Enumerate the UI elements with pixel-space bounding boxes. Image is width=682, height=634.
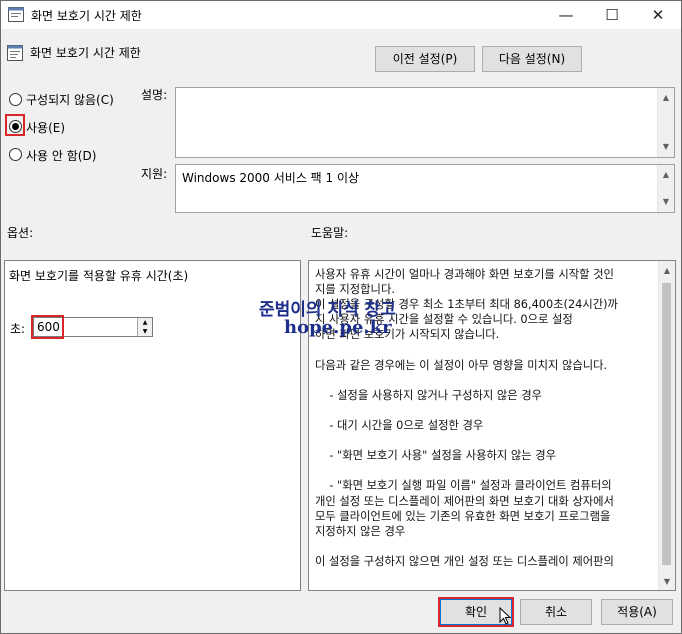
supported-textbox: Windows 2000 서비스 팩 1 이상 ▲ ▼ — [175, 164, 675, 213]
not-configured-label: 구성되지 않음(C) — [26, 93, 114, 107]
scroll-thumb[interactable] — [662, 283, 671, 565]
disabled-radio[interactable] — [9, 148, 22, 161]
comment-textbox[interactable]: ▲ ▼ — [175, 87, 675, 158]
supported-value: Windows 2000 서비스 팩 1 이상 — [182, 171, 360, 185]
help-line: 개인 설정 또는 디스플레이 제어판의 화면 보호기 대화 상자에서 — [315, 494, 614, 508]
watermark-url: hope.pe.kr — [284, 317, 392, 338]
previous-setting-button[interactable]: 이전 설정(P) — [375, 46, 475, 72]
scroll-down-icon[interactable]: ▼ — [658, 194, 674, 210]
comment-scrollbar[interactable]: ▲ ▼ — [657, 88, 674, 157]
comment-label: 설명: — [141, 88, 168, 102]
enabled-label: 사용(E) — [26, 121, 66, 135]
maximize-button[interactable]: ☐ — [589, 1, 635, 29]
close-button[interactable]: ✕ — [635, 1, 681, 29]
options-label: 옵션: — [7, 226, 34, 240]
title-bar: 화면 보호기 시간 제한 — ☐ ✕ — [1, 1, 681, 29]
disabled-label: 사용 안 함(D) — [26, 149, 97, 163]
apply-button[interactable]: 적용(A) — [601, 599, 673, 625]
help-line: 사용자 유휴 시간이 얼마나 경과해야 화면 보호기를 시작할 것인 — [315, 268, 614, 281]
options-panel: 화면 보호기를 적용할 유휴 시간(초) 초: 600 ▲ ▼ — [4, 260, 301, 591]
scroll-down-icon[interactable]: ▼ — [658, 139, 674, 155]
policy-dialog: 화면 보호기 시간 제한 — ☐ ✕ 화면 보호기 시간 제한 이전 설정(P)… — [0, 0, 682, 634]
help-line: - 대기 시간을 0으로 설정한 경우 — [315, 419, 484, 432]
mouse-cursor-icon — [499, 606, 512, 625]
help-line: - "화면 보호기 사용" 설정을 사용하지 않는 경우 — [315, 449, 557, 463]
window-title: 화면 보호기 시간 제한 — [31, 9, 142, 23]
enabled-radio-highlight — [5, 114, 25, 136]
not-configured-radio[interactable] — [9, 93, 22, 106]
seconds-label: 초: — [10, 322, 26, 336]
supported-label: 지원: — [141, 167, 168, 181]
help-line: 이 설정을 구성하지 않으면 개인 설정 또는 디스플레이 제어판의 — [315, 554, 614, 568]
help-scrollbar[interactable]: ▲ ▼ — [658, 261, 675, 590]
supported-scrollbar[interactable]: ▲ ▼ — [657, 165, 674, 212]
help-line: 다음과 같은 경우에는 이 설정이 아무 영향을 미치지 않습니다. — [315, 358, 608, 372]
help-line: - 설정을 사용하지 않거나 구성하지 않은 경우 — [315, 388, 543, 402]
help-label: 도움말: — [311, 226, 349, 240]
policy-icon — [7, 45, 23, 61]
cancel-button[interactable]: 취소 — [520, 599, 592, 625]
help-line: 지정하지 않은 경우 — [315, 524, 406, 538]
help-line: - "화면 보호기 실행 파일 이름" 설정과 클라이언트 컴퓨터의 — [315, 479, 612, 493]
next-setting-button[interactable]: 다음 설정(N) — [482, 46, 582, 72]
minimize-button[interactable]: — — [543, 1, 589, 29]
options-heading: 화면 보호기를 적용할 유휴 시간(초) — [9, 269, 189, 283]
policy-app-icon — [8, 7, 24, 22]
scroll-up-icon[interactable]: ▲ — [658, 90, 674, 106]
seconds-input-highlight — [31, 315, 64, 339]
policy-name: 화면 보호기 시간 제한 — [30, 46, 141, 60]
spin-down-icon[interactable]: ▼ — [137, 327, 152, 336]
scroll-up-icon[interactable]: ▲ — [658, 167, 674, 183]
help-line: 모두 클라이언트에 있는 기존의 유효한 화면 보호기 프로그램을 — [315, 509, 611, 523]
scroll-down-icon[interactable]: ▼ — [659, 574, 675, 590]
scroll-up-icon[interactable]: ▲ — [659, 263, 675, 279]
